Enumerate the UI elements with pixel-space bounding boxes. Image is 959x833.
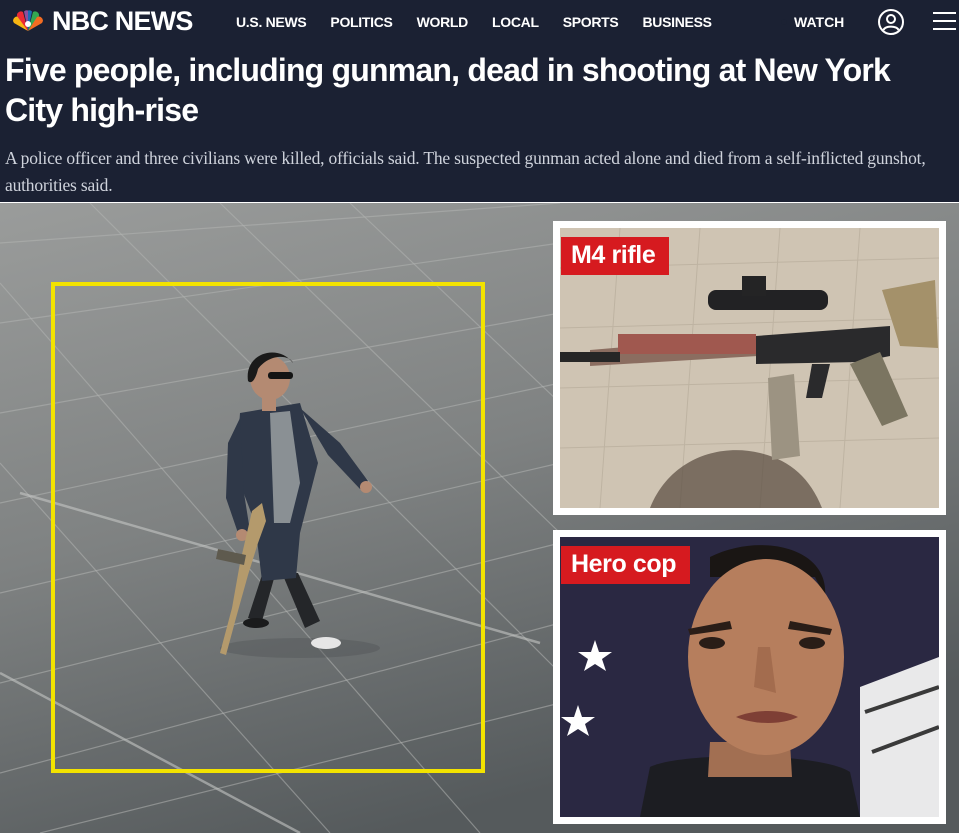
brand-wordmark: NBC NEWS	[52, 5, 193, 36]
live-dot-icon	[781, 19, 787, 25]
nav-business[interactable]: BUSINESS	[642, 14, 711, 30]
watch-label: WATCH	[794, 14, 845, 30]
officer-inset: Hero cop	[553, 530, 946, 824]
nav-local[interactable]: LOCAL	[492, 14, 539, 30]
rifle-inset: M4 rifle	[553, 221, 946, 515]
section-nav: U.S. NEWS POLITICS WORLD LOCAL SPORTS BU…	[236, 14, 736, 30]
article-hero: NBC NEWS U.S. NEWS POLITICS WORLD LOCAL …	[0, 0, 959, 202]
nav-us-news[interactable]: U.S. NEWS	[236, 14, 307, 30]
article-headline: Five people, including gunman, dead in s…	[5, 52, 891, 128]
peacock-icon	[13, 10, 43, 31]
lead-image[interactable]: M4 rifle Hero cop	[0, 203, 959, 833]
nav-politics[interactable]: POLITICS	[330, 14, 392, 30]
top-navigation: NBC NEWS U.S. NEWS POLITICS WORLD LOCAL …	[0, 0, 959, 44]
hero-cop-tag: Hero cop	[561, 546, 691, 584]
watch-button[interactable]: WATCH	[781, 14, 844, 30]
nav-world[interactable]: WORLD	[417, 14, 469, 30]
article-dek: A police officer and three civilians wer…	[5, 148, 926, 195]
nbc-news-logo[interactable]: NBC NEWS	[10, 6, 193, 36]
nav-sports[interactable]: SPORTS	[563, 14, 619, 30]
m4-rifle-tag: M4 rifle	[561, 237, 670, 275]
hamburger-menu-icon[interactable]	[932, 10, 956, 32]
user-circle-icon[interactable]	[877, 8, 905, 36]
